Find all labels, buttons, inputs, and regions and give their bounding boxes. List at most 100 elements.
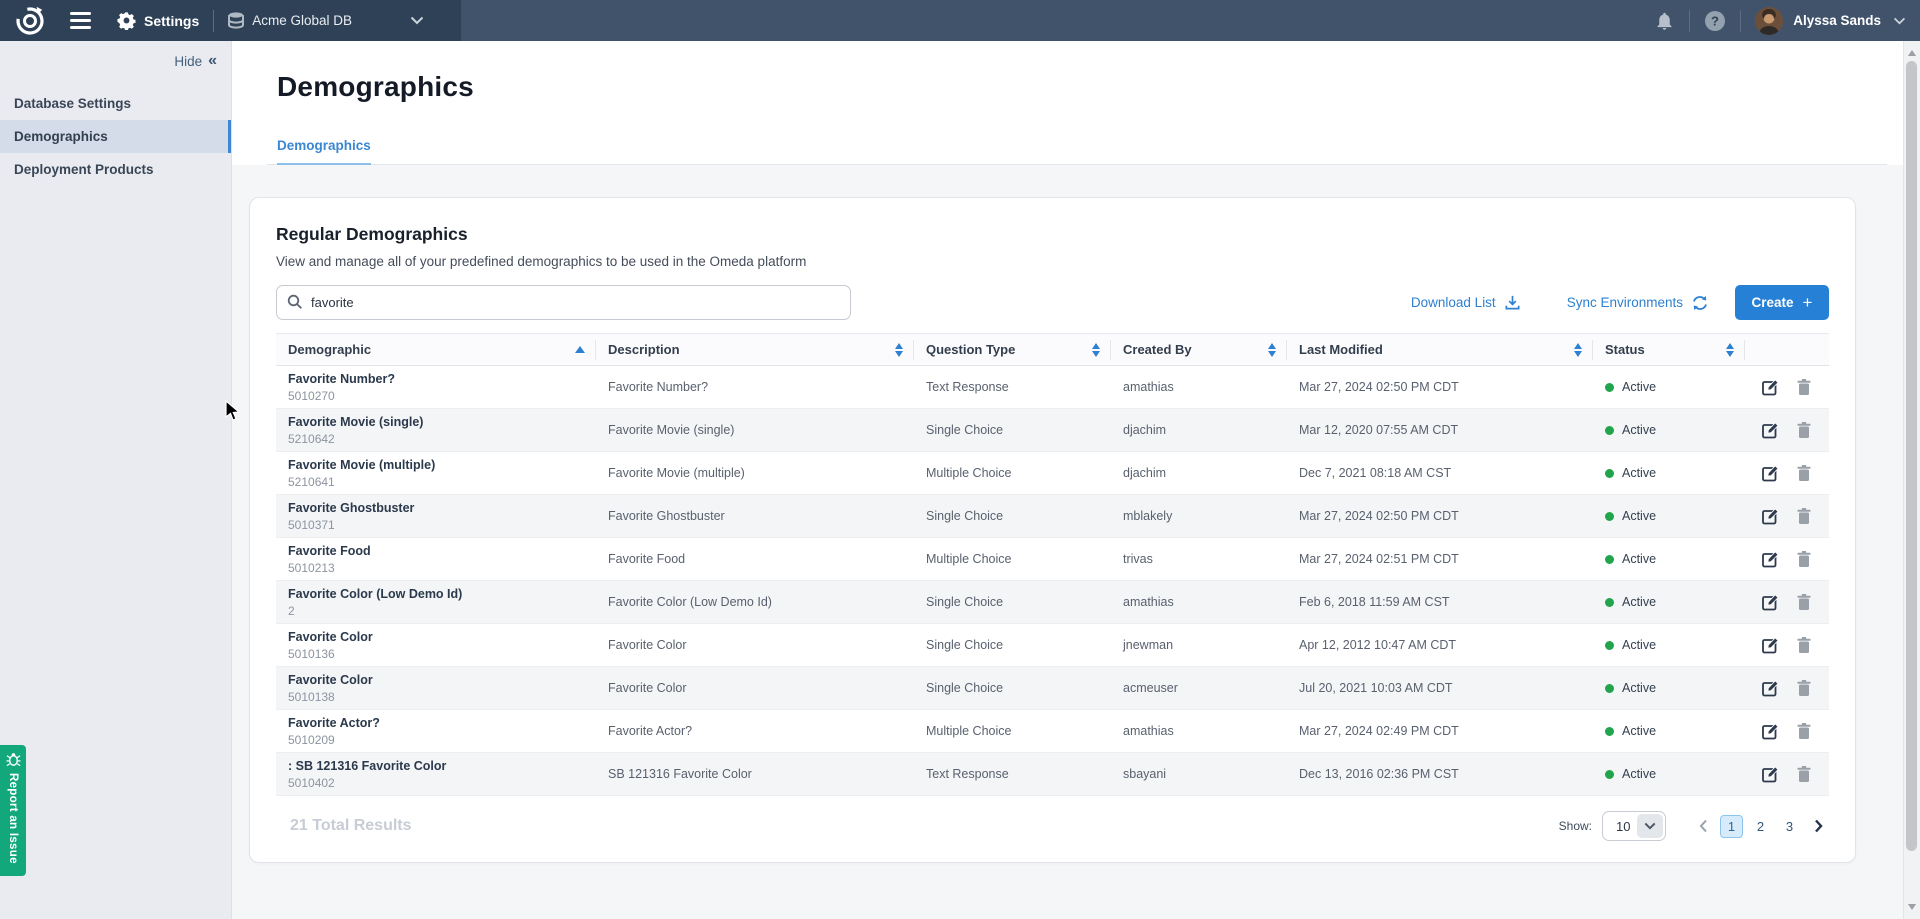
edit-icon[interactable] [1762,508,1779,525]
column-header-demographic[interactable]: Demographic [276,340,596,360]
edit-icon[interactable] [1762,723,1779,740]
download-list-link[interactable]: Download List [1411,294,1521,311]
vertical-scrollbar[interactable] [1903,41,1920,919]
omeda-logo-icon[interactable] [14,5,46,37]
status-dot-icon [1605,641,1614,650]
demographic-name: Favorite Food [288,544,596,558]
navbar-divider [213,10,214,32]
column-header-question-type[interactable]: Question Type [914,340,1111,360]
column-header-last-modified[interactable]: Last Modified [1287,340,1593,360]
create-button[interactable]: Create + [1735,285,1829,320]
question-type-cell: Single Choice [914,681,1111,695]
question-type-cell: Text Response [914,767,1111,781]
plus-icon: + [1803,294,1813,311]
column-header-created-by[interactable]: Created By [1111,340,1287,360]
page-2-button[interactable]: 2 [1749,815,1772,838]
edit-icon[interactable] [1762,422,1779,439]
sync-environments-link[interactable]: Sync Environments [1567,295,1709,311]
delete-icon[interactable] [1797,594,1811,610]
demographic-name: Favorite Movie (single) [288,415,596,429]
status-dot-icon [1605,598,1614,607]
edit-icon[interactable] [1762,637,1779,654]
demographic-id: 5010402 [288,776,596,790]
scrollbar-thumb[interactable] [1906,61,1917,851]
created-by-cell: sbayani [1111,767,1287,781]
question-type-cell: Single Choice [914,423,1111,437]
delete-icon[interactable] [1797,422,1811,438]
status-dot-icon [1605,555,1614,564]
table-row[interactable]: Favorite Color (Low Demo Id) 2 Favorite … [276,581,1829,624]
demographic-name: Favorite Number? [288,372,596,386]
page-1-button[interactable]: 1 [1720,815,1743,838]
next-page-button[interactable] [1807,815,1829,837]
delete-icon[interactable] [1797,551,1811,567]
navbar-left-section: Settings Acme Global DB [0,0,461,41]
sidebar-item-demographics[interactable]: Demographics [0,120,231,153]
table-row[interactable]: Favorite Color 5010138 Favorite Color Si… [276,667,1829,710]
tab-demographics[interactable]: Demographics [277,138,371,166]
created-by-cell: djachim [1111,466,1287,480]
table-row[interactable]: Favorite Movie (multiple) 5210641 Favori… [276,452,1829,495]
download-list-label: Download List [1411,295,1496,310]
question-type-cell: Multiple Choice [914,552,1111,566]
description-cell: Favorite Actor? [596,724,914,738]
table-row[interactable]: Favorite Ghostbuster 5010371 Favorite Gh… [276,495,1829,538]
database-selector[interactable]: Acme Global DB [228,12,424,30]
delete-icon[interactable] [1797,637,1811,653]
card-heading: Regular Demographics [276,224,1829,245]
page-size-select[interactable]: 10 [1602,811,1666,841]
svg-text:?: ? [1711,13,1719,28]
tabs-row: Demographics [267,137,1887,165]
table-row[interactable]: Favorite Food 5010213 Favorite Food Mult… [276,538,1829,581]
delete-icon[interactable] [1797,680,1811,696]
page-3-button[interactable]: 3 [1778,815,1801,838]
edit-icon[interactable] [1762,594,1779,611]
demographic-name: Favorite Color [288,630,596,644]
bug-icon [6,752,21,767]
scroll-up-arrow[interactable] [1908,50,1916,56]
user-name: Alyssa Sands [1793,13,1881,28]
scroll-down-arrow[interactable] [1908,904,1916,910]
question-type-cell: Text Response [914,380,1111,394]
column-header-description[interactable]: Description [596,340,914,360]
notifications-button[interactable] [1654,10,1675,32]
table-row[interactable]: : SB 121316 Favorite Color 5010402 SB 12… [276,753,1829,796]
demographic-id: 2 [288,604,596,618]
user-menu[interactable]: Alyssa Sands [1755,7,1906,35]
edit-icon[interactable] [1762,680,1779,697]
page-title: Demographics [277,71,1903,103]
settings-nav[interactable]: Settings [117,11,199,30]
report-an-issue-tab[interactable]: Report an Issue [0,745,26,876]
delete-icon[interactable] [1797,723,1811,739]
navbar-divider [1689,10,1690,32]
created-by-cell: amathias [1111,380,1287,394]
table-row[interactable]: Favorite Color 5010136 Favorite Color Si… [276,624,1829,667]
question-type-cell: Multiple Choice [914,724,1111,738]
edit-icon[interactable] [1762,551,1779,568]
previous-page-button[interactable] [1692,815,1714,837]
edit-icon[interactable] [1762,766,1779,783]
edit-icon[interactable] [1762,465,1779,482]
table-row[interactable]: Favorite Actor? 5010209 Favorite Actor? … [276,710,1829,753]
hide-sidebar-button[interactable]: Hide « [0,41,231,69]
total-results-label: 21 Total Results [290,817,412,835]
table-row[interactable]: Favorite Movie (single) 5210642 Favorite… [276,409,1829,452]
last-modified-cell: Mar 27, 2024 02:50 PM CDT [1287,380,1593,394]
last-modified-cell: Feb 6, 2018 11:59 AM CST [1287,595,1593,609]
column-header-status[interactable]: Status [1593,340,1745,360]
delete-icon[interactable] [1797,766,1811,782]
delete-icon[interactable] [1797,508,1811,524]
column-header-actions [1745,340,1829,360]
sidebar-item-database-settings[interactable]: Database Settings [0,87,231,120]
sort-icon [1092,343,1100,357]
delete-icon[interactable] [1797,465,1811,481]
table-row[interactable]: Favorite Number? 5010270 Favorite Number… [276,366,1829,409]
menu-icon[interactable] [70,12,91,29]
status-cell: Active [1593,509,1745,523]
last-modified-cell: Apr 12, 2012 10:47 AM CDT [1287,638,1593,652]
edit-icon[interactable] [1762,379,1779,396]
search-input[interactable] [276,285,851,320]
sidebar-item-deployment-products[interactable]: Deployment Products [0,153,231,186]
help-button[interactable]: ? [1704,10,1726,32]
delete-icon[interactable] [1797,379,1811,395]
